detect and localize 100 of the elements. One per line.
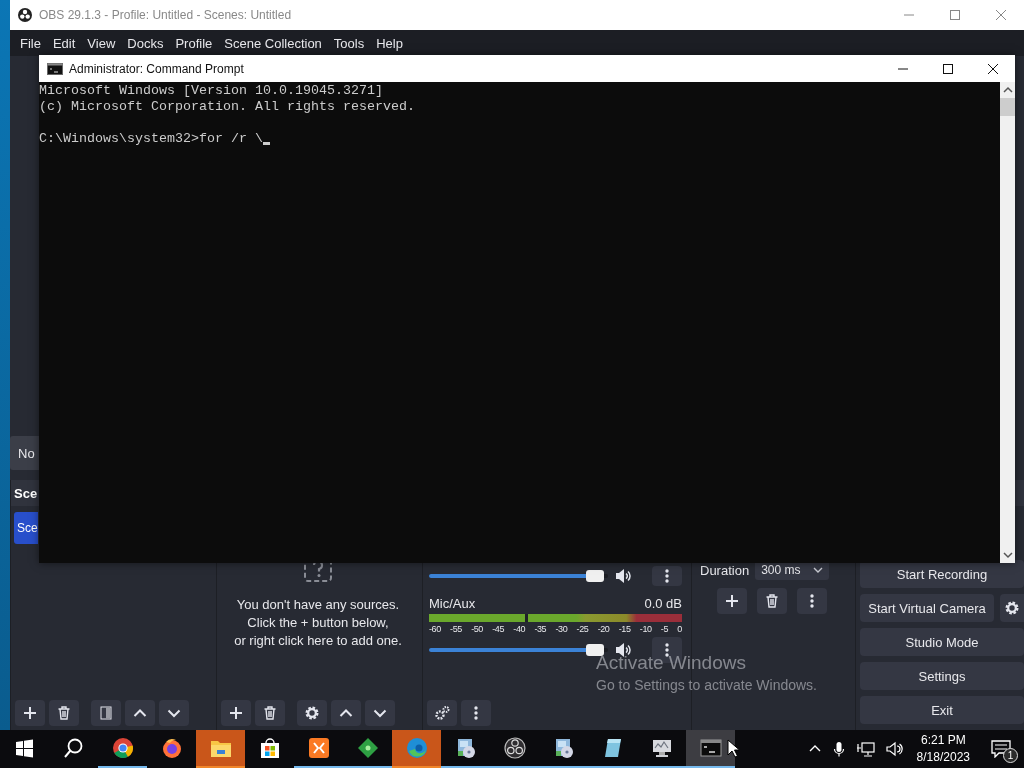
activation-title: Activate Windows — [596, 652, 747, 674]
scene-item[interactable]: Sce — [14, 512, 38, 544]
mute-button[interactable] — [614, 568, 633, 584]
mute-button[interactable] — [614, 642, 633, 658]
volume-icon — [885, 741, 904, 757]
meter-tick-label: -30 — [555, 624, 568, 634]
chevron-down-icon — [1002, 551, 1013, 559]
shopping-bag-icon — [258, 737, 281, 759]
add-button[interactable] — [221, 700, 251, 726]
meter-tick-label: -15 — [618, 624, 631, 634]
remove-button[interactable] — [757, 588, 787, 614]
slider-handle[interactable] — [585, 570, 604, 582]
context-label: No — [18, 445, 35, 461]
menu-button[interactable] — [652, 566, 682, 586]
remove-button[interactable] — [255, 700, 285, 726]
trash-icon — [56, 705, 72, 721]
menu-item[interactable]: Edit — [46, 35, 82, 51]
volume-reading: 0.0 dB — [644, 596, 682, 611]
advanced-audio-button[interactable] — [427, 700, 457, 726]
menu-item[interactable]: Docks — [121, 35, 170, 51]
gradient-square-icon — [98, 705, 114, 721]
plus-icon — [724, 593, 740, 609]
settings-button[interactable] — [1000, 594, 1024, 622]
meter-tick-label: -10 — [639, 624, 652, 634]
duration-label: Duration — [700, 562, 750, 578]
menu-button[interactable] — [461, 700, 491, 726]
menu-item[interactable]: Help — [370, 35, 409, 51]
microphone-icon — [831, 741, 846, 757]
plus-icon — [228, 705, 244, 721]
fox-icon — [160, 737, 183, 759]
meter-tick-label: 0 — [677, 624, 682, 634]
monitor-icon — [650, 737, 673, 759]
menu-item[interactable]: File — [14, 35, 47, 51]
properties-button[interactable] — [297, 700, 327, 726]
scrollbar-thumb[interactable] — [1000, 98, 1015, 116]
gear-icon — [304, 705, 320, 721]
move-up-button[interactable] — [331, 700, 361, 726]
clock-date: 8/18/2023 — [916, 749, 970, 766]
dock-title: Sce — [14, 485, 38, 501]
taskbar-button[interactable] — [686, 730, 735, 768]
gears-icon — [434, 705, 450, 721]
slider-handle[interactable] — [585, 644, 604, 656]
more-icon — [474, 706, 478, 720]
meter-tick-label: -60 — [429, 624, 441, 634]
window-title: OBS 29.1.3 - Profile: Untitled - Scenes: Untitled — [39, 8, 292, 22]
filters-button[interactable] — [91, 700, 121, 726]
meter-tick-label: -5 — [660, 624, 669, 634]
terminal-icon — [699, 737, 722, 759]
window-title: Administrator: Command Prompt — [69, 61, 244, 76]
empty-sources-message: You don't have any sources. Click the + button below, or right click here to add one. — [234, 596, 402, 650]
app-logo-icon — [18, 8, 32, 22]
menu-item[interactable]: Tools — [327, 35, 371, 51]
menu-button[interactable] — [797, 588, 827, 614]
gear-icon — [1004, 600, 1020, 616]
menu-item[interactable]: Profile — [169, 35, 219, 51]
maximize-icon — [941, 62, 954, 75]
maximize-icon — [949, 9, 961, 21]
speaker-icon — [614, 642, 633, 658]
browser-icon — [111, 737, 134, 759]
activation-message: Go to Settings to activate Windows. — [596, 677, 817, 693]
meter-tick-label: -35 — [534, 624, 547, 634]
move-up-button[interactable] — [125, 700, 155, 726]
console-line: C:\Windows\system32>for /r \ — [39, 131, 263, 147]
remove-button[interactable] — [49, 700, 79, 726]
move-down-button[interactable] — [159, 700, 189, 726]
meter-tick-label: -55 — [450, 624, 462, 634]
add-button[interactable] — [15, 700, 45, 726]
more-icon — [665, 643, 670, 657]
plus-icon — [22, 705, 38, 721]
control-button[interactable]: Settings — [860, 662, 1024, 690]
control-button[interactable]: Exit — [860, 696, 1024, 724]
chevron-up-icon — [1002, 86, 1013, 94]
search-icon — [62, 737, 85, 759]
close-icon — [995, 9, 1007, 21]
meter-tick-label: -25 — [576, 624, 589, 634]
channel-name: Mic/Aux — [429, 596, 476, 611]
console-line: (c) Microsoft Corporation. All rights reserved. — [39, 99, 415, 115]
mouse-pointer-icon — [727, 739, 739, 758]
scrollbar[interactable] — [1000, 82, 1015, 563]
control-button[interactable]: Start Virtual Camera — [860, 594, 994, 622]
trash-icon — [764, 593, 780, 609]
clock[interactable]: 6:21 PM 8/18/2023 — [908, 730, 978, 768]
notification-badge: 1 — [1003, 748, 1018, 763]
meter-tick-label: -20 — [597, 624, 610, 634]
move-down-button[interactable] — [365, 700, 395, 726]
menu-item[interactable]: View — [81, 35, 122, 51]
meter-tick-label: -50 — [471, 624, 483, 634]
text-cursor — [262, 142, 270, 145]
terminal-icon — [47, 62, 63, 75]
speaker-icon — [614, 568, 633, 584]
close-icon — [986, 62, 999, 75]
menu-item[interactable]: Scene Collection — [218, 35, 328, 51]
meter-tick-label: -45 — [492, 624, 505, 634]
network-icon — [855, 741, 876, 757]
add-button[interactable] — [717, 588, 747, 614]
more-icon — [810, 594, 814, 608]
control-button[interactable]: Studio Mode — [860, 628, 1024, 656]
trash-icon — [262, 705, 278, 721]
notifications-button[interactable]: 1 — [978, 730, 1024, 768]
tile-icon — [307, 737, 330, 759]
